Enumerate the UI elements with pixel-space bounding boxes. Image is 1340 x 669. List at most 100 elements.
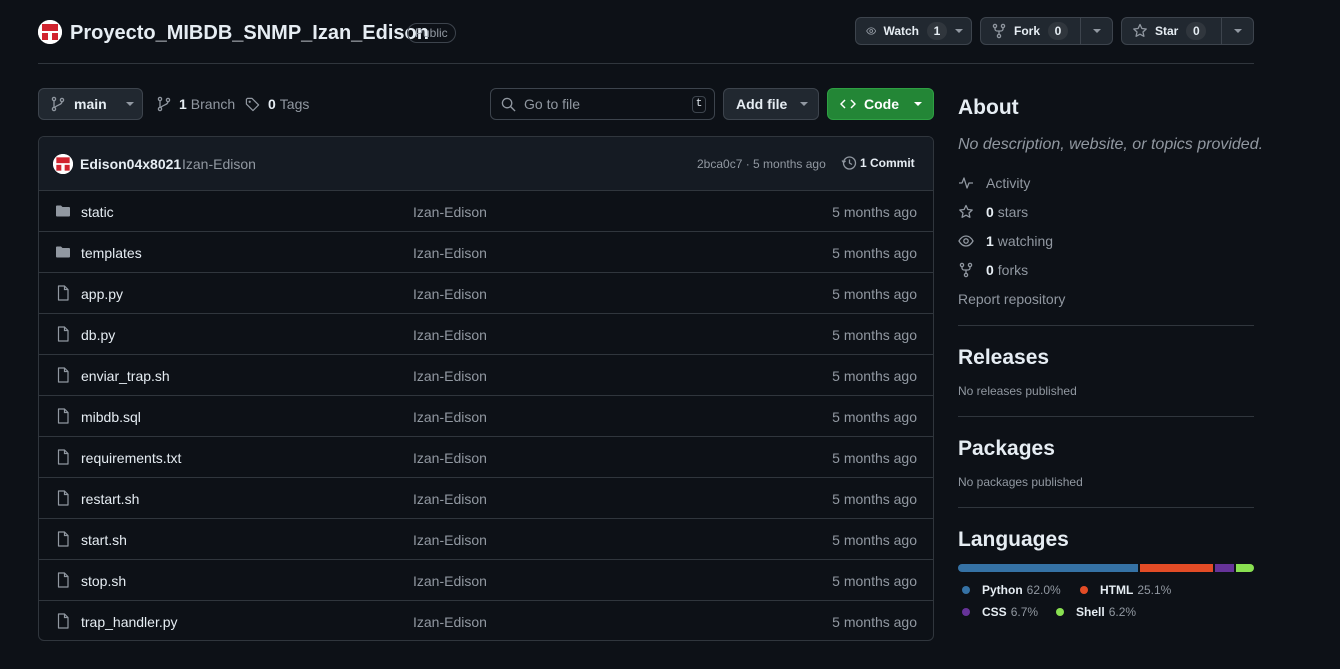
- file-name-link[interactable]: requirements.txt: [81, 450, 181, 466]
- language-item[interactable]: HTML 25.1%: [1080, 583, 1171, 597]
- file-last-updated: 5 months ago: [832, 409, 917, 425]
- file-commit-message-link[interactable]: Izan-Edison: [413, 491, 487, 507]
- stars-link[interactable]: 0 stars: [958, 204, 1028, 220]
- fork-dropdown[interactable]: [1081, 18, 1112, 44]
- about-description: No description, website, or topics provi…: [958, 136, 1264, 153]
- file-commit-message-link[interactable]: Izan-Edison: [413, 532, 487, 548]
- star-icon: [959, 204, 973, 218]
- file-last-updated: 5 months ago: [832, 286, 917, 302]
- language-color-dot: [1080, 586, 1088, 594]
- forks-count: 0: [986, 262, 994, 278]
- caret-down-icon: [914, 102, 922, 106]
- commits-link[interactable]: 1 Commit: [841, 155, 915, 171]
- file-icon: [57, 285, 69, 301]
- commit-author-link[interactable]: Edison04x8021: [80, 156, 181, 172]
- language-name: Python: [982, 583, 1023, 597]
- file-commit-message-link[interactable]: Izan-Edison: [413, 409, 487, 425]
- activity-link[interactable]: Activity: [958, 175, 1030, 191]
- language-item[interactable]: Shell 6.2%: [1056, 605, 1136, 619]
- report-repository-link[interactable]: Report repository: [958, 291, 1065, 307]
- file-name-link[interactable]: start.sh: [81, 532, 127, 548]
- file-name-link[interactable]: enviar_trap.sh: [81, 368, 170, 384]
- watching-link[interactable]: 1 watching: [958, 233, 1053, 249]
- sidebar-divider: [958, 325, 1254, 326]
- language-color-dot: [962, 586, 970, 594]
- add-file-label: Add file: [736, 96, 788, 112]
- branches-link[interactable]: 1 Branch: [157, 96, 235, 112]
- code-button[interactable]: Code: [827, 88, 934, 120]
- language-percent: 6.2%: [1108, 605, 1137, 619]
- branch-label: Branch: [190, 96, 236, 112]
- fork-label: Fork: [1014, 24, 1041, 38]
- star-count: 0: [1186, 22, 1207, 40]
- fork-button[interactable]: Fork 0: [980, 17, 1113, 45]
- file-row: db.py Izan-Edison 5 months ago: [39, 314, 933, 355]
- file-last-updated: 5 months ago: [832, 573, 917, 589]
- repo-name-link[interactable]: Proyecto_MIBDB_SNMP_Izan_Edison: [70, 21, 429, 45]
- language-item[interactable]: CSS 6.7%: [962, 605, 1038, 619]
- sidebar-divider: [958, 416, 1254, 417]
- packages-heading[interactable]: Packages: [958, 437, 1254, 461]
- file-commit-message-link[interactable]: Izan-Edison: [413, 327, 487, 343]
- language-color-dot: [962, 608, 970, 616]
- code-icon: [840, 99, 856, 109]
- file-name-link[interactable]: trap_handler.py: [81, 614, 178, 630]
- add-file-button[interactable]: Add file: [723, 88, 819, 120]
- file-commit-message-link[interactable]: Izan-Edison: [413, 368, 487, 384]
- commit-message-link[interactable]: Izan-Edison: [182, 156, 256, 172]
- file-commit-message-link[interactable]: Izan-Edison: [413, 614, 487, 630]
- language-bar-segment: [1236, 564, 1254, 572]
- folder-icon: [56, 205, 70, 217]
- latest-commit-bar: Edison04x8021 Izan-Edison 2bca0c7 · 5 mo…: [39, 137, 933, 191]
- star-dropdown[interactable]: [1222, 18, 1253, 44]
- search-icon: [501, 97, 516, 112]
- commit-sha-time[interactable]: 2bca0c7 · 5 months ago: [697, 157, 826, 171]
- file-name-link[interactable]: stop.sh: [81, 573, 126, 589]
- folder-icon: [56, 246, 70, 258]
- language-item[interactable]: Python 62.0%: [962, 583, 1061, 597]
- file-commit-message-link[interactable]: Izan-Edison: [413, 450, 487, 466]
- packages-empty-text: No packages published: [958, 475, 1083, 489]
- file-icon: [57, 449, 69, 465]
- star-label: Star: [1155, 24, 1179, 38]
- file-last-updated: 5 months ago: [832, 368, 917, 384]
- tags-link[interactable]: 0 Tags: [245, 96, 309, 112]
- branch-selector[interactable]: main: [38, 88, 143, 120]
- caret-down-icon: [800, 102, 809, 106]
- file-last-updated: 5 months ago: [832, 204, 917, 220]
- file-row: requirements.txt Izan-Edison 5 months ago: [39, 437, 933, 478]
- watch-dropdown[interactable]: [947, 18, 971, 44]
- caret-down-icon: [955, 29, 963, 33]
- file-name-link[interactable]: db.py: [81, 327, 115, 343]
- branch-count: 1: [179, 96, 187, 112]
- file-list: static Izan-Edison 5 months ago templates Iz…: [39, 191, 933, 640]
- file-last-updated: 5 months ago: [832, 614, 917, 630]
- go-to-file-input[interactable]: [524, 96, 684, 112]
- owner-avatar[interactable]: [38, 20, 62, 44]
- file-name-link[interactable]: static: [81, 204, 114, 220]
- releases-empty-text: No releases published: [958, 384, 1077, 398]
- language-name: CSS: [982, 605, 1007, 619]
- file-icon: [57, 613, 69, 629]
- commit-author-avatar[interactable]: [53, 154, 73, 174]
- star-button[interactable]: Star 0: [1121, 17, 1254, 45]
- about-heading: About: [958, 96, 1019, 119]
- file-commit-message-link[interactable]: Izan-Edison: [413, 573, 487, 589]
- commit-count-label: 1 Commit: [860, 156, 915, 170]
- language-color-dot: [1056, 608, 1064, 616]
- file-name-link[interactable]: app.py: [81, 286, 123, 302]
- file-row: static Izan-Edison 5 months ago: [39, 191, 933, 232]
- file-name-link[interactable]: restart.sh: [81, 491, 139, 507]
- file-table: Edison04x8021 Izan-Edison 2bca0c7 · 5 mo…: [38, 136, 934, 641]
- file-commit-message-link[interactable]: Izan-Edison: [413, 245, 487, 261]
- file-name-link[interactable]: templates: [81, 245, 142, 261]
- releases-heading[interactable]: Releases: [958, 346, 1254, 370]
- go-to-file-search[interactable]: t: [490, 88, 715, 120]
- forks-link[interactable]: 0 forks: [958, 262, 1028, 278]
- file-commit-message-link[interactable]: Izan-Edison: [413, 286, 487, 302]
- watching-count: 1: [986, 233, 994, 249]
- file-icon: [57, 408, 69, 424]
- file-commit-message-link[interactable]: Izan-Edison: [413, 204, 487, 220]
- watch-button[interactable]: Watch 1: [855, 17, 972, 45]
- file-name-link[interactable]: mibdb.sql: [81, 409, 141, 425]
